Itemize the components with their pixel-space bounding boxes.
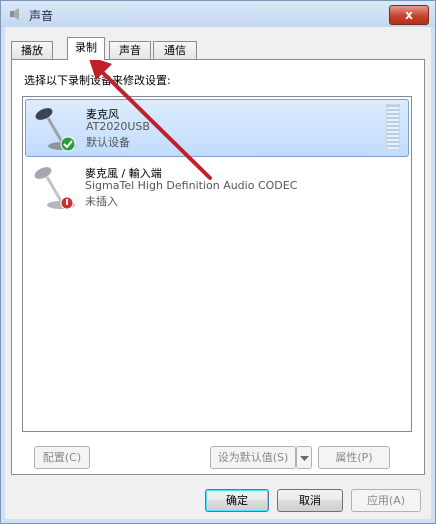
instruction-text: 选择以下录制设备来修改设置: bbox=[24, 74, 171, 87]
microphone-icon bbox=[35, 108, 76, 152]
set-default-dropdown[interactable] bbox=[296, 446, 312, 469]
level-meter bbox=[386, 104, 400, 150]
device-status: 默认设备 bbox=[86, 136, 130, 149]
tab-recording[interactable]: 录制 bbox=[67, 37, 105, 60]
apply-button[interactable]: 应用(A) bbox=[351, 489, 421, 512]
sound-dialog: 声音 x 播放 录制 声音 通信 选择以下录制设备来修改设置: 麦克风 AT20… bbox=[0, 0, 436, 524]
cancel-button[interactable]: 取消 bbox=[277, 489, 343, 512]
tab-communications[interactable]: 通信 bbox=[153, 41, 197, 59]
device-status: 未插入 bbox=[85, 195, 118, 208]
device-item-at2020usb[interactable]: 麦克风 AT2020USB 默认设备 bbox=[25, 99, 409, 157]
ok-button[interactable]: 确定 bbox=[205, 489, 269, 512]
recording-panel: 选择以下录制设备来修改设置: 麦克风 AT2020USB 默认设备 麥克風 / … bbox=[11, 59, 425, 475]
window-title: 声音 bbox=[29, 9, 54, 23]
tab-sounds[interactable]: 声音 bbox=[109, 41, 151, 59]
device-list[interactable]: 麦克风 AT2020USB 默认设备 麥克風 / 輸入端 SigmaTel Hi… bbox=[22, 96, 412, 432]
close-button[interactable]: x bbox=[389, 5, 429, 25]
tab-playback[interactable]: 播放 bbox=[11, 41, 53, 59]
device-description: SigmaTel High Definition Audio CODEC bbox=[85, 179, 298, 192]
speaker-icon bbox=[10, 8, 19, 20]
dialog-client: 播放 录制 声音 通信 选择以下录制设备来修改设置: 麦克风 AT2020USB bbox=[5, 27, 431, 519]
configure-button[interactable]: 配置(C) bbox=[34, 446, 90, 469]
set-default-button[interactable]: 设为默认值(S) bbox=[210, 446, 296, 469]
chevron-down-icon bbox=[299, 456, 309, 461]
device-item-sigmatel[interactable]: 麥克風 / 輸入端 SigmaTel High Definition Audio… bbox=[25, 159, 409, 217]
title-bar[interactable]: 声音 x bbox=[1, 1, 435, 27]
properties-button[interactable]: 属性(P) bbox=[318, 446, 390, 469]
device-description: AT2020USB bbox=[86, 120, 150, 133]
microphone-unplugged-icon bbox=[34, 167, 75, 210]
